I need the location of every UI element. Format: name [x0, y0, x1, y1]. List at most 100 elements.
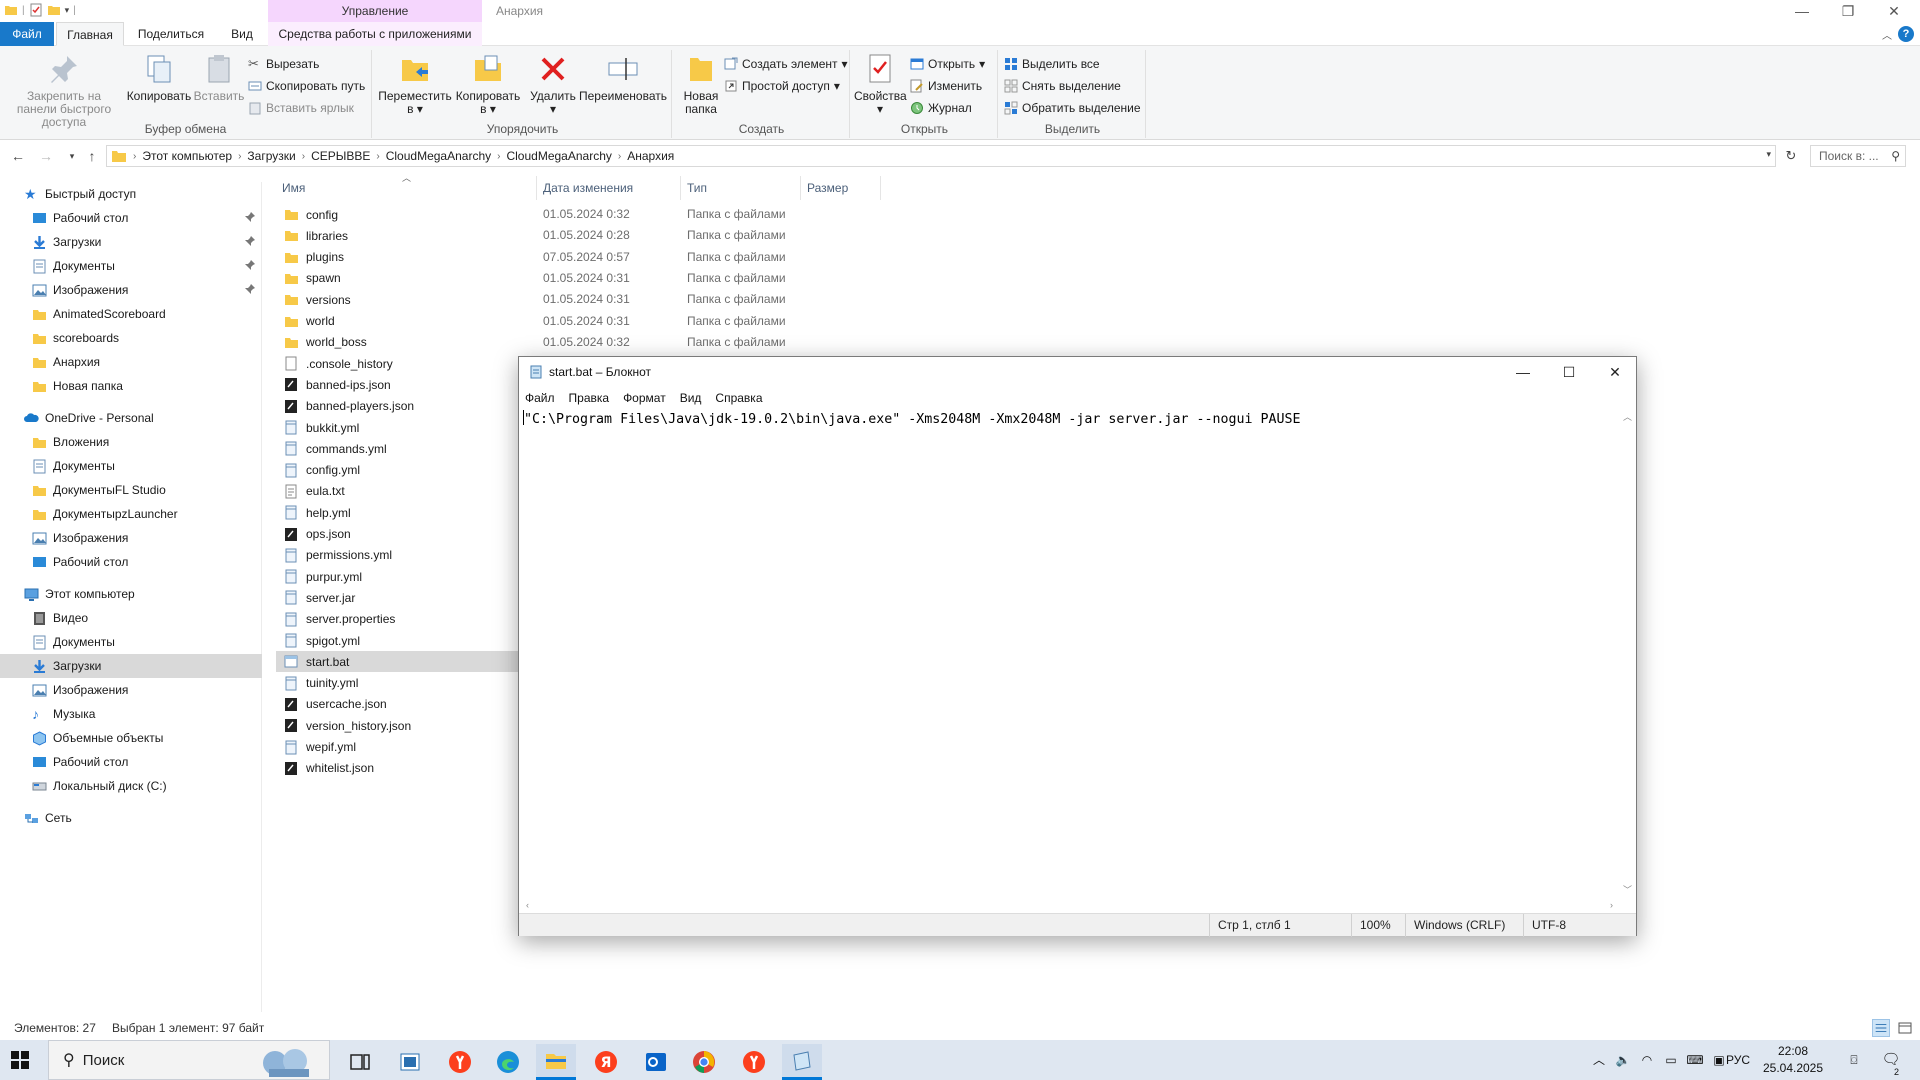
new-folder-icon[interactable]: [47, 3, 61, 17]
rename-button[interactable]: Переименовать: [578, 52, 668, 103]
minimize-button[interactable]: ―: [1780, 0, 1824, 22]
tab-home[interactable]: Главная: [56, 22, 124, 46]
nav-pc-desktop[interactable]: Рабочий стол: [0, 750, 262, 774]
file-row[interactable]: permissions.yml: [276, 545, 520, 566]
pin-icon[interactable]: [244, 283, 256, 295]
breadcrumb-separator[interactable]: ›: [131, 151, 138, 162]
taskbar-task-view[interactable]: [340, 1044, 380, 1080]
file-row[interactable]: banned-ips.json: [276, 374, 520, 395]
new-folder-button[interactable]: Новая папка: [678, 52, 724, 116]
move-to-button[interactable]: Переместить в ▾: [378, 52, 452, 116]
taskbar-yandex-2[interactable]: [734, 1044, 774, 1080]
menu-edit[interactable]: Правка: [569, 391, 610, 405]
column-header-size[interactable]: Размер: [801, 176, 881, 200]
language-indicator[interactable]: РУС: [1720, 1040, 1756, 1080]
breadcrumb-separator[interactable]: ›: [300, 151, 307, 162]
taskbar-notepad[interactable]: [782, 1044, 822, 1080]
select-none-button[interactable]: Снять выделение: [1004, 76, 1121, 96]
file-row[interactable]: config: [276, 204, 520, 225]
taskbar-outlook[interactable]: [636, 1044, 676, 1080]
taskbar-search-box[interactable]: ⚲ Поиск: [48, 1040, 330, 1080]
nav-pc-pictures[interactable]: Изображения: [0, 678, 262, 702]
tab-app-tools[interactable]: Средства работы с приложениями: [268, 22, 482, 46]
notepad-horizontal-scrollbar[interactable]: ‹ ›: [519, 897, 1620, 914]
nav-pc-local-disk[interactable]: Локальный диск (C:): [0, 774, 262, 798]
properties-icon[interactable]: [29, 3, 43, 17]
tab-share[interactable]: Поделиться: [128, 22, 214, 46]
file-row[interactable]: version_history.json: [276, 715, 520, 736]
restore-button[interactable]: ❐: [1826, 0, 1870, 22]
taskbar-yandex-browser[interactable]: [440, 1044, 480, 1080]
nav-quick-animatedscoreboard[interactable]: AnimatedScoreboard: [0, 302, 262, 326]
notepad-vertical-scrollbar[interactable]: ︿ ﹀: [1619, 409, 1636, 899]
close-button[interactable]: ✕: [1872, 0, 1916, 22]
notepad-window[interactable]: start.bat – Блокнот ― ☐ ✕ Файл Правка Фо…: [518, 356, 1637, 937]
nav-quick-pictures[interactable]: Изображения: [0, 278, 262, 302]
column-header-date[interactable]: Дата изменения: [537, 176, 681, 200]
easy-access-button[interactable]: Простой доступ ▾: [724, 76, 840, 96]
nav-quick-new-folder[interactable]: Новая папка: [0, 374, 262, 398]
nav-quick-documents[interactable]: Документы: [0, 254, 262, 278]
scroll-up-arrow-icon[interactable]: ︿: [1619, 409, 1636, 426]
nav-pc-documents[interactable]: Документы: [0, 630, 262, 654]
file-row[interactable]: wepif.yml: [276, 737, 520, 758]
notepad-minimize-button[interactable]: ―: [1500, 357, 1546, 387]
tab-file[interactable]: Файл: [0, 22, 54, 46]
notepad-titlebar[interactable]: start.bat – Блокнот ― ☐ ✕: [519, 357, 1636, 387]
forward-button[interactable]: →: [36, 146, 56, 166]
breadcrumb-cloudmegaanarchy-2[interactable]: CloudMegaAnarchy: [502, 149, 615, 163]
scroll-down-arrow-icon[interactable]: ﹀: [1619, 882, 1636, 899]
nav-pc-music[interactable]: ♪ Музыка: [0, 702, 262, 726]
file-row[interactable]: spawn: [276, 268, 520, 289]
menu-file[interactable]: Файл: [525, 391, 555, 405]
recent-locations-button[interactable]: ▾: [62, 146, 82, 166]
properties-button[interactable]: Свойства ▾: [854, 52, 907, 116]
file-row[interactable]: libraries: [276, 225, 520, 246]
nav-onedrive[interactable]: OneDrive - Personal: [0, 406, 262, 430]
nav-quick-anarchy[interactable]: Анархия: [0, 350, 262, 374]
address-bar[interactable]: › Этот компьютер › Загрузки › СЕРЫВВЕ › …: [106, 145, 1776, 167]
tray-overflow-icon[interactable]: ︿: [1588, 1040, 1610, 1080]
select-all-button[interactable]: Выделить все: [1004, 54, 1100, 74]
paste-button[interactable]: Вставить: [192, 52, 246, 103]
file-row[interactable]: start.bat: [276, 651, 520, 673]
up-button[interactable]: ↑: [82, 146, 102, 166]
file-row[interactable]: .console_history: [276, 353, 520, 374]
menu-help[interactable]: Справка: [715, 391, 762, 405]
breadcrumb-seryvve[interactable]: СЕРЫВВЕ: [307, 149, 374, 163]
invert-selection-button[interactable]: Обратить выделение: [1004, 98, 1141, 118]
nav-quick-desktop[interactable]: Рабочий стол: [0, 206, 262, 230]
pin-icon[interactable]: [244, 235, 256, 247]
file-row[interactable]: whitelist.json: [276, 758, 520, 779]
file-row[interactable]: config.yml: [276, 460, 520, 481]
nav-this-pc[interactable]: Этот компьютер: [0, 582, 262, 606]
nav-pc-downloads[interactable]: Загрузки: [0, 654, 262, 678]
keyboard-icon[interactable]: ⌨: [1684, 1040, 1706, 1080]
taskbar-yandex[interactable]: Я: [586, 1044, 626, 1080]
breadcrumb-separator[interactable]: ›: [495, 151, 502, 162]
nav-onedrive-pictures[interactable]: Изображения: [0, 526, 262, 550]
breadcrumb-downloads[interactable]: Загрузки: [243, 149, 299, 163]
copy-path-button[interactable]: Скопировать путь: [248, 76, 365, 96]
taskbar-clock[interactable]: 22:08 25.04.2025: [1756, 1043, 1830, 1077]
file-row[interactable]: world_boss: [276, 332, 520, 353]
nav-quick-downloads[interactable]: Загрузки: [0, 230, 262, 254]
menu-format[interactable]: Формат: [623, 391, 666, 405]
file-row[interactable]: tuinity.yml: [276, 673, 520, 694]
notifications-icon[interactable]: 🗨 2: [1874, 1040, 1908, 1080]
nav-pc-videos[interactable]: Видео: [0, 606, 262, 630]
taskbar-widgets[interactable]: [390, 1044, 430, 1080]
customize-qa-icon[interactable]: ▾: [65, 5, 70, 16]
file-row[interactable]: bukkit.yml: [276, 417, 520, 438]
file-row[interactable]: purpur.yml: [276, 566, 520, 587]
windows-start-icon[interactable]: [10, 1050, 30, 1070]
notepad-close-button[interactable]: ✕: [1592, 357, 1638, 387]
copy-to-button[interactable]: Копировать в ▾: [452, 52, 524, 116]
cut-button[interactable]: ✂ Вырезать: [248, 54, 319, 74]
delete-button[interactable]: Удалить ▾: [528, 52, 578, 116]
nav-onedrive-fl-studio[interactable]: ДокументыFL Studio: [0, 478, 262, 502]
file-row[interactable]: plugins: [276, 247, 520, 268]
breadcrumb-separator[interactable]: ›: [374, 151, 381, 162]
nav-onedrive-pzlauncher[interactable]: ДокументыpzLauncher: [0, 502, 262, 526]
collapse-ribbon-icon[interactable]: ︿: [1882, 27, 1892, 42]
